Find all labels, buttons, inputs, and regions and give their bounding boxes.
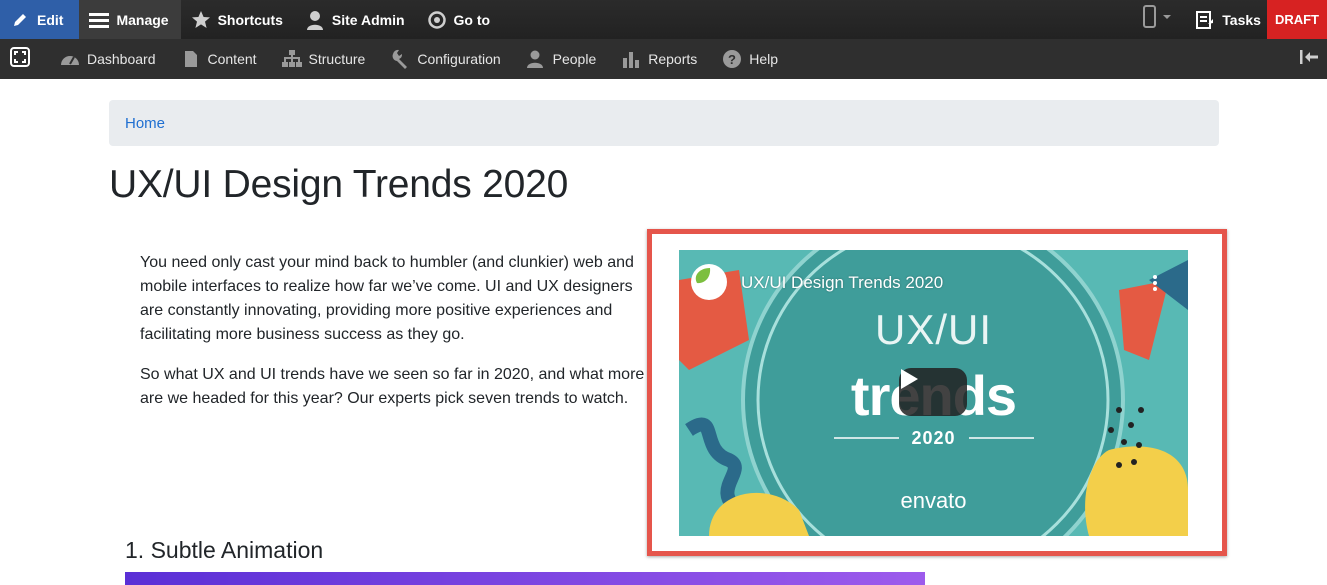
subnav-item-structure[interactable]: Structure <box>281 49 366 69</box>
section-heading: 1. Subtle Animation <box>125 537 324 563</box>
tasks-tab[interactable]: Tasks <box>1183 0 1267 39</box>
subnav-label: People <box>552 51 597 67</box>
subnav-label: Reports <box>648 51 698 67</box>
draft-badge: DRAFT <box>1266 0 1327 39</box>
pencil-icon <box>10 10 30 30</box>
shortcuts-label: Shortcuts <box>217 11 283 28</box>
subnav-item-configuration[interactable]: Configuration <box>390 49 501 69</box>
edit-tab[interactable]: Edit <box>0 0 80 39</box>
thumbnail-brand: envato <box>900 488 967 513</box>
subnav-item-people[interactable]: People <box>526 49 597 69</box>
svg-text:?: ? <box>728 52 736 67</box>
more-options-icon[interactable] <box>1152 274 1158 292</box>
subnav-label: Content <box>207 51 257 67</box>
device-preview-button[interactable] <box>1133 0 1183 39</box>
fullscreen-toggle[interactable] <box>0 39 40 79</box>
help-icon: ? <box>722 49 742 69</box>
bar-chart-icon <box>621 49 641 69</box>
subnav-item-reports[interactable]: Reports <box>621 49 697 69</box>
subnav-label: Dashboard <box>87 51 156 67</box>
play-icon <box>901 369 918 389</box>
collapse-arrow-icon <box>1299 49 1319 70</box>
user-icon <box>305 10 325 30</box>
goto-tab[interactable]: Go to <box>417 0 503 39</box>
focus-icon <box>10 46 30 72</box>
admin-subnav: Dashboard Content Structure Configuratio… <box>0 39 1327 79</box>
breadcrumb: Home <box>109 100 1219 146</box>
channel-logo[interactable] <box>691 264 727 300</box>
edit-label: Edit <box>37 11 64 28</box>
site-admin-label: Site Admin <box>331 11 405 28</box>
subnav-item-help[interactable]: ? Help <box>722 49 778 69</box>
hamburger-icon <box>89 10 110 30</box>
paragraph: So what UX and UI trends have we seen so… <box>140 366 645 407</box>
thumbnail-year: 2020 <box>911 428 956 448</box>
subnav-item-content[interactable]: Content <box>181 49 257 69</box>
shortcuts-tab[interactable]: Shortcuts <box>181 0 295 39</box>
article-body: You need only cast your mind back to hum… <box>140 251 660 427</box>
subnav-item-dashboard[interactable]: Dashboard <box>60 49 156 69</box>
wrench-icon <box>390 49 410 69</box>
play-button[interactable] <box>899 368 967 416</box>
manage-tab[interactable]: Manage <box>79 0 181 39</box>
subnav-label: Help <box>749 51 779 67</box>
subnav-label: Structure <box>308 51 366 67</box>
section-image <box>125 572 925 585</box>
manage-label: Manage <box>116 11 169 28</box>
video-embed[interactable]: UX/UI Design Trends 2020 UX/UI trends 20… <box>679 250 1188 536</box>
draft-label: DRAFT <box>1274 12 1319 27</box>
page-title: UX/UI Design Trends 2020 <box>109 163 569 206</box>
tasks-icon <box>1195 10 1215 30</box>
goto-label: Go to <box>453 11 491 28</box>
site-admin-tab[interactable]: Site Admin <box>295 0 417 39</box>
breadcrumb-home-link[interactable]: Home <box>125 115 165 132</box>
video-title[interactable]: UX/UI Design Trends 2020 <box>741 273 943 293</box>
people-icon <box>526 49 546 69</box>
thumbnail-line1: UX/UI <box>874 306 992 353</box>
subnav-label: Configuration <box>417 51 501 67</box>
dashboard-icon <box>60 49 80 69</box>
goto-icon <box>427 10 447 30</box>
tasks-label: Tasks <box>1222 11 1261 28</box>
mobile-device-icon <box>1141 5 1175 34</box>
structure-icon <box>281 49 302 69</box>
page-icon <box>181 49 201 69</box>
collapse-toolbar-button[interactable] <box>1291 49 1327 70</box>
paragraph: You need only cast your mind back to hum… <box>140 254 634 343</box>
admin-toolbar: Edit Manage Shortcuts Site Admin Go to T… <box>0 0 1327 39</box>
star-icon <box>191 10 211 30</box>
